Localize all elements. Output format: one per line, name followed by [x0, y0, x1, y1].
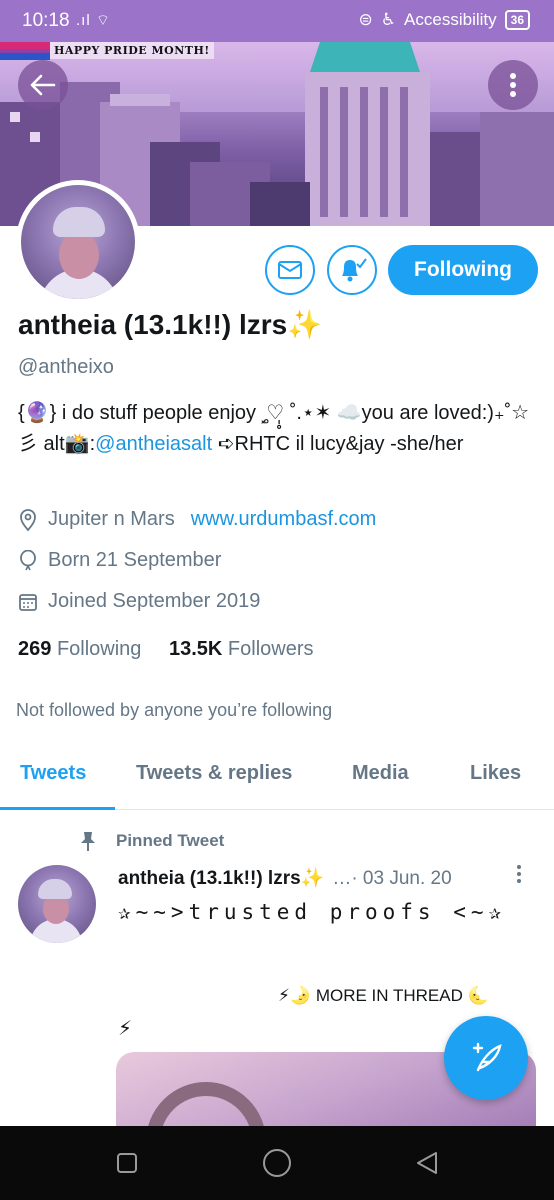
- signal-icon: .ıl ⌔: [76, 12, 111, 29]
- system-navigation-bar: [0, 1126, 554, 1200]
- circle-icon: [263, 1149, 291, 1177]
- not-followed-notice: Not followed by anyone you’re following: [16, 700, 333, 720]
- location-pin-icon: [20, 508, 36, 531]
- profile-handle: @antheixo: [18, 356, 114, 378]
- bell-check-icon: [342, 258, 367, 282]
- more-vertical-icon: [510, 73, 516, 97]
- triangle-back-icon: [417, 1152, 437, 1174]
- profile-location: Jupiter n Mars: [48, 508, 175, 530]
- calendar-icon: [19, 593, 37, 611]
- home-button[interactable]: [262, 1148, 292, 1178]
- envelope-icon: [278, 261, 302, 279]
- accessibility-icon: ♿: [380, 10, 397, 29]
- pin-icon: [81, 832, 95, 851]
- tweet-author-avatar[interactable]: [18, 865, 96, 943]
- balloon-icon: [20, 549, 36, 570]
- tweet-overflow-button[interactable]: [516, 864, 522, 889]
- profile-tabs: Tweets Tweets & replies Media Likes: [0, 752, 554, 810]
- profile-joined-row: Joined September 2019: [18, 590, 260, 613]
- tweet-text: ✰~~>trusted proofs <~✰: [118, 900, 507, 924]
- tweet-date: …· 03 Jun. 20: [332, 868, 452, 889]
- following-button[interactable]: Following: [388, 245, 538, 295]
- tweet-author-name[interactable]: antheia (13.1k!!) lzrs✨: [118, 866, 324, 890]
- status-time: 10:18: [22, 10, 70, 31]
- status-bar: 10:18 .ıl ⌔ ⊜ ♿ Accessibility 36: [0, 0, 554, 42]
- profile-location-row: Jupiter n Mars www.urdumbasf.com: [18, 508, 376, 531]
- compose-feather-icon: [472, 1042, 502, 1072]
- profile-website-link[interactable]: www.urdumbasf.com: [191, 508, 377, 531]
- active-tab-indicator: [0, 807, 115, 810]
- profile-bio: {🔮} i do stuff people enjoy ⸼̥♡̩̥ ˚.⋆✶ ☁…: [18, 402, 530, 455]
- recents-button[interactable]: [112, 1148, 142, 1178]
- message-button[interactable]: [265, 245, 315, 295]
- tab-tweets[interactable]: Tweets: [20, 762, 86, 785]
- battery-icon: 36: [504, 10, 530, 30]
- notifications-button[interactable]: [327, 245, 377, 295]
- pinned-tweet-label: Pinned Tweet: [78, 830, 224, 852]
- compose-tweet-button[interactable]: [444, 1016, 528, 1100]
- profile-avatar[interactable]: [16, 180, 140, 304]
- back-button[interactable]: [18, 60, 68, 110]
- tab-likes[interactable]: Likes: [470, 762, 521, 785]
- tab-tweets-replies[interactable]: Tweets & replies: [136, 762, 292, 785]
- tweet-header: antheia (13.1k!!) lzrs✨ …· 03 Jun. 20: [118, 866, 452, 890]
- back-nav-button[interactable]: [412, 1148, 442, 1178]
- pride-banner-text: HAPPY PRIDE MONTH!: [50, 42, 214, 59]
- more-in-thread-label: ⚡🌛 MORE IN THREAD 🌜: [278, 986, 489, 1005]
- bio-mention-link[interactable]: @antheiasalt: [95, 433, 212, 455]
- profile-name: antheia (13.1k!!) lzrs✨: [18, 309, 323, 340]
- profile-birthday: Born 21 September: [48, 549, 222, 571]
- thread-emoji: ⚡: [118, 1018, 133, 1040]
- sync-icon: ⊜: [358, 10, 373, 29]
- following-count-link[interactable]: 269 Following: [18, 638, 141, 660]
- accessibility-label: Accessibility: [404, 10, 497, 29]
- arrow-left-icon: [30, 74, 56, 96]
- more-vertical-icon: [517, 865, 521, 883]
- followers-count-link[interactable]: 13.5K Followers: [169, 638, 314, 660]
- profile-birthday-row: Born 21 September: [18, 549, 221, 572]
- follow-counts: 269 Following 13.5K Followers: [18, 638, 314, 661]
- square-icon: [117, 1153, 137, 1173]
- overflow-menu-button[interactable]: [488, 60, 538, 110]
- profile-joined: Joined September 2019: [48, 590, 261, 612]
- tab-media[interactable]: Media: [352, 762, 409, 785]
- pride-flag: [0, 42, 50, 60]
